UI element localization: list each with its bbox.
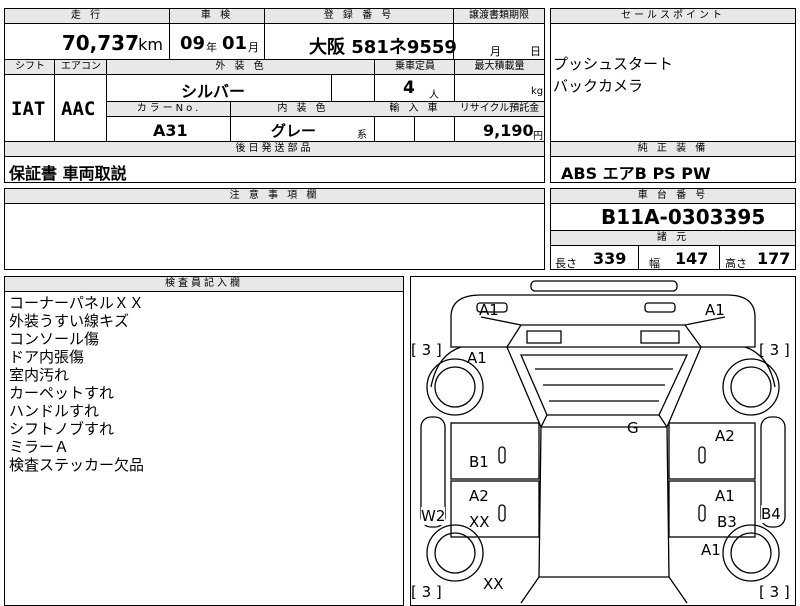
mark-door-rr2: B3	[717, 513, 737, 531]
remark-item: コーナーパネルＸＸ	[9, 294, 144, 312]
remark-item: シフトノブすれ	[9, 420, 115, 438]
recycle-unit: 円	[533, 131, 543, 142]
inspector-box: 検査員記入欄 コーナーパネルＸＸ 外装うすい線キズ コンソール傷 ドア内張傷 室…	[4, 276, 404, 606]
remark-item: 外装うすい線キズ	[9, 312, 130, 330]
mark-sill-left: W2	[421, 507, 446, 525]
mark-front-right: A1	[705, 301, 725, 319]
capacity-unit: 人	[429, 90, 439, 101]
aircon-value: AAC	[61, 98, 96, 120]
length-label: 長さ	[555, 257, 577, 270]
chassis-box: 車 台 番 号 B11A-0303395 諸 元 長さ 339 幅 147 高さ…	[550, 188, 796, 270]
recycle-value: 9,190	[483, 121, 534, 140]
registration-label: 登 録 番 号	[265, 9, 453, 24]
tire-tread-front-right: [ 3 ]	[759, 341, 790, 359]
sale-points-box: セールスポイント プッシュスタート バックカメラ	[550, 8, 796, 146]
import-label: 輸 入 車	[375, 102, 455, 117]
chassis-label: 車 台 番 号	[551, 189, 795, 204]
mileage-box: 走 行 70,737 km	[4, 8, 170, 60]
length-value: 339	[593, 249, 627, 268]
width-label: 幅	[649, 257, 660, 270]
width-value: 147	[675, 249, 709, 268]
specs-label: 諸 元	[551, 230, 795, 246]
mark-sill-right: B4	[761, 505, 781, 523]
notes-box: 注 意 事 項 欄	[4, 188, 545, 270]
mark-front-left: A1	[479, 301, 499, 319]
remark-item: 検査ステッカー欠品	[9, 456, 145, 474]
color-no-value: A31	[153, 121, 188, 140]
inspection-year-unit: 年	[206, 41, 217, 54]
mark-quarter-right: A1	[701, 541, 721, 559]
registration-value: 大阪 581ネ9559	[309, 37, 457, 58]
transfer-day-unit: 日	[530, 45, 541, 58]
mark-rear-left: XX	[483, 575, 504, 593]
max-load-label: 最大積載量	[455, 60, 544, 75]
later-delivery-label: 後日発送部品	[5, 142, 544, 157]
inspection-label: 車 検	[170, 9, 264, 24]
capacity-label: 乗車定員	[375, 60, 455, 75]
genuine-equipment-label: 純 正 装 備	[551, 142, 795, 157]
inspection-year: 09	[180, 33, 206, 54]
genuine-equipment-box: 純 正 装 備 ABS エアB PS PW	[550, 141, 796, 183]
exterior-color-value: シルバー	[181, 82, 246, 101]
spec-grid: シフト エアコン 外 装 色 乗車定員 最大積載量 IAT AAC シルバー 4…	[4, 59, 545, 142]
inspection-box: 車 検 09 年 01 月	[169, 8, 265, 60]
mark-glass: G	[627, 419, 639, 437]
car-diagram-box: A1 A1 A1 G A2 B1 A2 XX A1 B3 W2 B4 A1 XX…	[410, 276, 796, 606]
inspection-month: 01	[222, 33, 248, 54]
shift-value: IAT	[11, 98, 46, 120]
max-load-unit: kg	[531, 86, 544, 97]
transfer-label: 譲渡書類期限	[454, 9, 544, 24]
remark-item: カーペットすれ	[9, 384, 115, 402]
later-delivery-box: 後日発送部品 保証書 車両取説	[4, 141, 545, 183]
tire-tread-front-left: [ 3 ]	[411, 341, 442, 359]
recycle-label: リサイクル預託金	[455, 102, 544, 117]
remark-item: 室内汚れ	[9, 366, 70, 384]
mark-door-rr: A1	[715, 487, 735, 505]
height-value: 177	[757, 249, 791, 268]
mark-door-fl: B1	[469, 453, 489, 471]
mileage-value: 70,737	[61, 31, 139, 55]
later-delivery-value: 保証書 車両取説	[9, 164, 127, 183]
mark-door-rl2: XX	[469, 513, 490, 531]
transfer-month-unit: 月	[490, 45, 501, 58]
remark-item: ミラーＡ	[9, 438, 70, 456]
shift-label: シフト	[5, 60, 55, 75]
interior-color-suffix: 系	[357, 130, 367, 141]
genuine-equipment-value: ABS エアB PS PW	[561, 164, 711, 183]
inspection-month-unit: 月	[248, 41, 259, 54]
capacity-value: 4	[403, 78, 415, 98]
remark-item: コンソール傷	[9, 330, 100, 348]
remark-item: ドア内張傷	[9, 348, 85, 366]
mileage-unit: km	[138, 35, 163, 54]
aircon-label: エアコン	[55, 60, 107, 75]
mark-fender-left: A1	[467, 349, 487, 367]
color-no-label: カラーNo.	[107, 102, 231, 117]
registration-box: 登 録 番 号 大阪 581ネ9559	[264, 8, 457, 60]
height-label: 高さ	[725, 257, 747, 270]
mark-door-rl: A2	[469, 487, 489, 505]
interior-color-label: 内 装 色	[231, 102, 375, 117]
sale-point-item: バックカメラ	[553, 77, 644, 95]
sale-point-item: プッシュスタート	[553, 55, 674, 73]
tire-tread-rear-left: [ 3 ]	[411, 583, 442, 601]
mark-door-fr: A2	[715, 427, 735, 445]
mileage-label: 走 行	[5, 9, 169, 24]
car-diagram	[420, 280, 786, 604]
tire-tread-rear-right: [ 3 ]	[759, 583, 790, 601]
exterior-color-label: 外 装 色	[107, 60, 375, 75]
notes-label: 注 意 事 項 欄	[5, 189, 544, 204]
interior-color-value: グレー	[271, 122, 317, 140]
inspector-label: 検査員記入欄	[5, 277, 403, 292]
chassis-value: B11A-0303395	[601, 205, 766, 229]
inspector-remarks: コーナーパネルＸＸ 外装うすい線キズ コンソール傷 ドア内張傷 室内汚れ カーペ…	[9, 294, 144, 474]
remark-item: ハンドルすれ	[9, 402, 100, 420]
transfer-box: 譲渡書類期限 月 日	[453, 8, 545, 60]
sale-points-label: セールスポイント	[551, 9, 795, 24]
